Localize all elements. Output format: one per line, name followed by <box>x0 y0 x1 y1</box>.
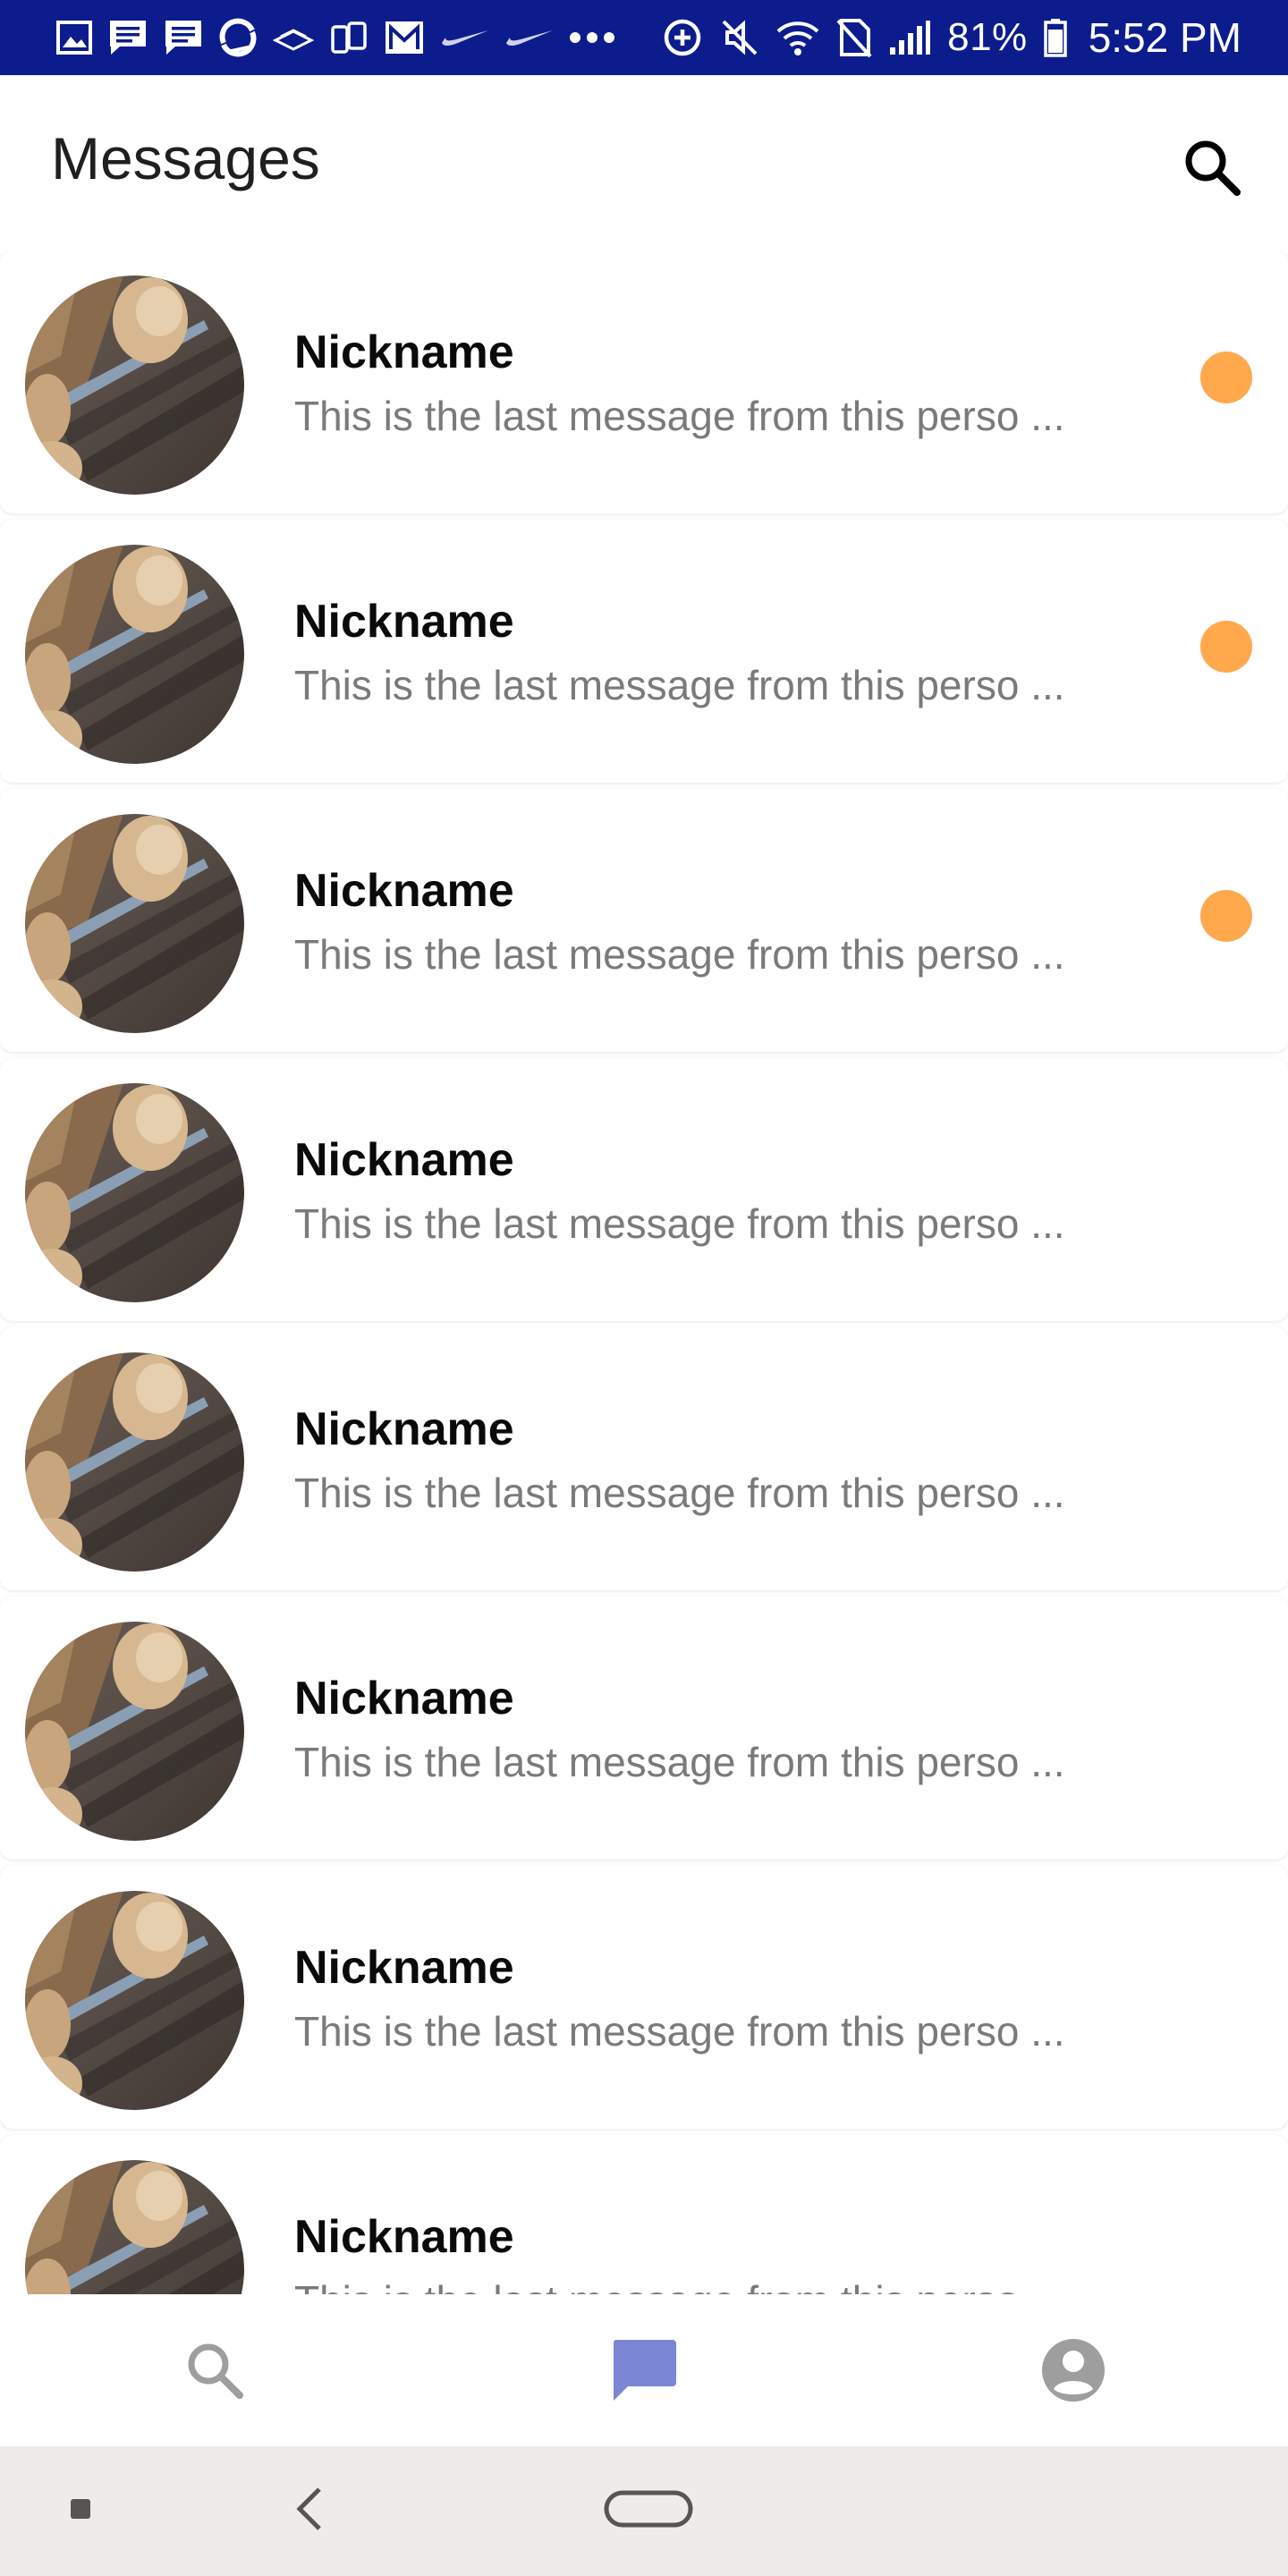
search-icon <box>1185 140 1241 196</box>
nav-search[interactable] <box>143 2294 286 2446</box>
conversation-item[interactable]: Nickname This is the last message from t… <box>0 1327 1288 1590</box>
avatar-photo <box>25 1352 244 1572</box>
conversation-nickname: Nickname <box>294 865 514 917</box>
home-button[interactable] <box>599 2482 698 2536</box>
stories-icon <box>329 0 369 75</box>
conversation-last-message: This is the last message from this perso… <box>294 662 1065 708</box>
unread-indicator <box>1200 621 1252 673</box>
battery-icon <box>1043 0 1067 75</box>
back-button[interactable] <box>277 2473 340 2545</box>
conversation-nickname: Nickname <box>294 2211 514 2263</box>
conversation-last-message: This is the last message from this perso… <box>294 1470 1065 1516</box>
battery-percentage: 81% <box>947 15 1028 59</box>
avatar[interactable] <box>25 1891 244 2110</box>
avatar[interactable] <box>25 2160 244 2294</box>
conversation-last-message: This is the last message from this perso… <box>294 2008 1065 2055</box>
sync-icon <box>218 0 258 75</box>
conversation-item[interactable]: Nickname This is the last message from t… <box>0 1058 1288 1321</box>
conversation-item[interactable]: Nickname This is the last message from t… <box>0 1597 1288 1860</box>
notification-icons <box>55 0 615 75</box>
conversation-nickname: Nickname <box>294 1942 514 1994</box>
conversation-nickname: Nickname <box>294 1673 514 1724</box>
avatar-photo <box>25 1891 244 2110</box>
avatar[interactable] <box>25 545 244 764</box>
account-icon <box>1042 2339 1105 2402</box>
avatar-photo <box>25 275 244 495</box>
avatar[interactable] <box>25 1083 244 1302</box>
mute-icon <box>720 0 759 75</box>
page-title: Messages <box>51 125 320 191</box>
no-sim-icon <box>836 0 872 75</box>
back-icon <box>296 2487 321 2530</box>
conversation-nickname: Nickname <box>294 596 514 648</box>
signal-icon <box>888 0 931 75</box>
system-status: 81% 5:52 PM <box>661 0 1241 75</box>
nav-messages[interactable] <box>572 2294 716 2446</box>
unread-indicator <box>1200 352 1252 403</box>
avatar-photo <box>25 2160 244 2294</box>
more-dots-icon <box>569 0 615 75</box>
conversation-nickname: Nickname <box>294 326 514 378</box>
conversation-list[interactable]: Nickname This is the last message from t… <box>0 250 1288 2294</box>
nav-profile[interactable] <box>1002 2294 1145 2446</box>
conversation-item[interactable]: Nickname This is the last message from t… <box>0 2135 1288 2294</box>
recents-button[interactable] <box>54 2482 107 2536</box>
avatar[interactable] <box>25 275 244 495</box>
conversation-nickname: Nickname <box>294 1134 514 1186</box>
search-button[interactable] <box>1172 127 1252 208</box>
gallery-icon <box>55 0 93 75</box>
conversation-item[interactable]: Nickname This is the last message from t… <box>0 1866 1288 2129</box>
avatar-photo <box>25 545 244 764</box>
unread-indicator <box>1200 890 1252 942</box>
avatar[interactable] <box>25 1352 244 1572</box>
gmail-icon <box>383 0 426 75</box>
avatar[interactable] <box>25 814 244 1033</box>
status-bar: 81% 5:52 PM <box>0 0 1288 75</box>
chat-icon <box>613 2340 676 2401</box>
recents-icon <box>71 2499 90 2519</box>
conversation-nickname: Nickname <box>294 1403 514 1455</box>
conversation-last-message: This is the last message from this perso… <box>294 393 1065 439</box>
avatar-photo <box>25 814 244 1033</box>
bottom-navigation <box>0 2294 1288 2446</box>
conversation-last-message: This is the last message from this perso… <box>294 931 1065 978</box>
nike-icon <box>504 0 555 75</box>
conversation-item[interactable]: Nickname This is the last message from t… <box>0 789 1288 1052</box>
conversation-last-message: This is the last message from this perso… <box>294 2276 1065 2294</box>
conversation-last-message: This is the last message from this perso… <box>294 1200 1065 1247</box>
data-saver-icon <box>661 0 704 75</box>
avatar-photo <box>25 1622 244 1841</box>
avatar[interactable] <box>25 1622 244 1841</box>
wifi-stack-icon <box>272 0 315 75</box>
nike-icon <box>440 0 490 75</box>
clock: 5:52 PM <box>1088 14 1241 61</box>
home-icon <box>604 2490 693 2528</box>
conversation-last-message: This is the last message from this perso… <box>294 1739 1065 1785</box>
conversation-item[interactable]: Nickname This is the last message from t… <box>0 250 1288 513</box>
app-header: Messages <box>0 75 1288 250</box>
conversation-item[interactable]: Nickname This is the last message from t… <box>0 520 1288 783</box>
system-navigation-bar <box>0 2446 1288 2576</box>
message-icon <box>107 0 148 75</box>
search-icon <box>188 2343 243 2399</box>
avatar-photo <box>25 1083 244 1302</box>
message-icon <box>163 0 204 75</box>
wifi-icon <box>775 0 820 75</box>
